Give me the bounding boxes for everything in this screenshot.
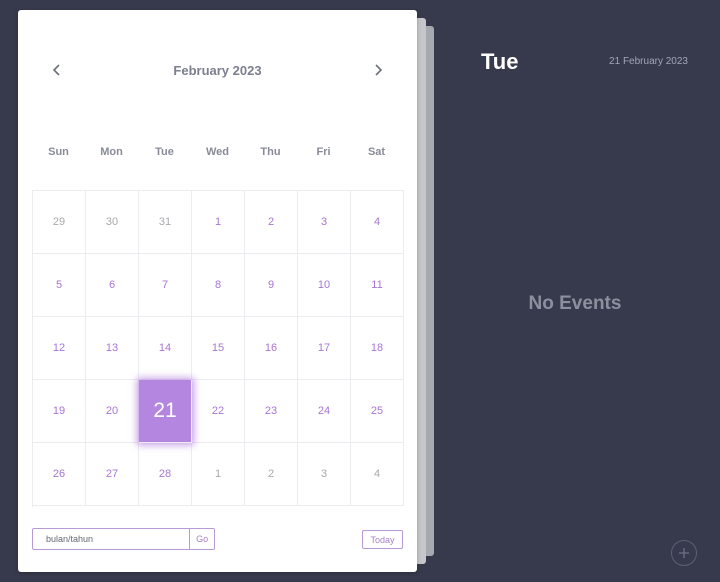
chevron-right-icon — [375, 64, 383, 76]
day-cell[interactable]: 31 — [139, 191, 192, 254]
day-cell[interactable]: 30 — [86, 191, 139, 254]
day-cell[interactable]: 9 — [245, 254, 298, 317]
day-cell[interactable]: 11 — [351, 254, 404, 317]
calendar-header: February 2023 — [18, 50, 417, 94]
day-cell[interactable]: 25 — [351, 380, 404, 443]
day-cell[interactable]: 7 — [139, 254, 192, 317]
day-cell[interactable]: 8 — [192, 254, 245, 317]
weekday-header-row: Sun Mon Tue Wed Thu Fri Sat — [32, 146, 403, 158]
weekday-label: Fri — [316, 146, 331, 158]
day-cell[interactable]: 3 — [298, 443, 351, 506]
month-year-input[interactable] — [33, 529, 190, 549]
weekday-label: Wed — [205, 146, 230, 158]
day-cell[interactable]: 4 — [351, 191, 404, 254]
go-button[interactable]: Go — [189, 529, 214, 549]
day-grid: 29 30 31 1 2 3 4 5 6 7 8 9 10 11 12 13 14 15 16 17 18 19 20 21 2… — [32, 190, 404, 507]
day-cell[interactable]: 20 — [86, 380, 139, 443]
day-cell[interactable]: 10 — [298, 254, 351, 317]
calendar-card: February 2023 Sun Mon Tue Wed Thu Fri Sat 29 30… — [18, 10, 417, 572]
day-cell[interactable]: 15 — [192, 317, 245, 380]
day-cell[interactable]: 27 — [86, 443, 139, 506]
weekday-label: Tue — [155, 146, 174, 158]
day-cell[interactable]: 1 — [192, 191, 245, 254]
weekday-label: Mon — [100, 146, 123, 158]
day-cell[interactable]: 13 — [86, 317, 139, 380]
day-cell[interactable]: 16 — [245, 317, 298, 380]
day-cell-selected[interactable]: 21 — [139, 380, 192, 443]
add-event-button[interactable] — [671, 540, 697, 566]
day-cell[interactable]: 1 — [192, 443, 245, 506]
day-cell[interactable]: 12 — [33, 317, 86, 380]
today-button[interactable]: Today — [362, 530, 403, 549]
month-jump-form: Go — [32, 528, 215, 550]
day-cell[interactable]: 19 — [33, 380, 86, 443]
day-cell[interactable]: 2 — [245, 191, 298, 254]
weekday-label: Sat — [367, 146, 386, 158]
selected-day-name: Tue — [481, 49, 519, 74]
day-cell[interactable]: 22 — [192, 380, 245, 443]
day-cell[interactable]: 5 — [33, 254, 86, 317]
day-cell[interactable]: 26 — [33, 443, 86, 506]
day-cell[interactable]: 23 — [245, 380, 298, 443]
next-month-button[interactable] — [366, 58, 390, 82]
day-cell[interactable]: 18 — [351, 317, 404, 380]
events-panel: Tue 21 February 2023 No Events — [434, 0, 720, 582]
no-events-message: No Events — [528, 293, 622, 314]
selected-full-date: 21 February 2023 — [609, 56, 688, 67]
day-cell[interactable]: 14 — [139, 317, 192, 380]
day-cell[interactable]: 2 — [245, 443, 298, 506]
day-cell[interactable]: 28 — [139, 443, 192, 506]
day-cell[interactable]: 29 — [33, 191, 86, 254]
day-cell[interactable]: 17 — [298, 317, 351, 380]
day-cell[interactable]: 4 — [351, 443, 404, 506]
weekday-label: Sun — [48, 146, 69, 158]
day-cell[interactable]: 3 — [298, 191, 351, 254]
day-cell[interactable]: 24 — [298, 380, 351, 443]
day-cell[interactable]: 6 — [86, 254, 139, 317]
weekday-label: Thu — [260, 146, 281, 158]
month-title: February 2023 — [173, 63, 262, 78]
plus-icon — [679, 548, 689, 558]
